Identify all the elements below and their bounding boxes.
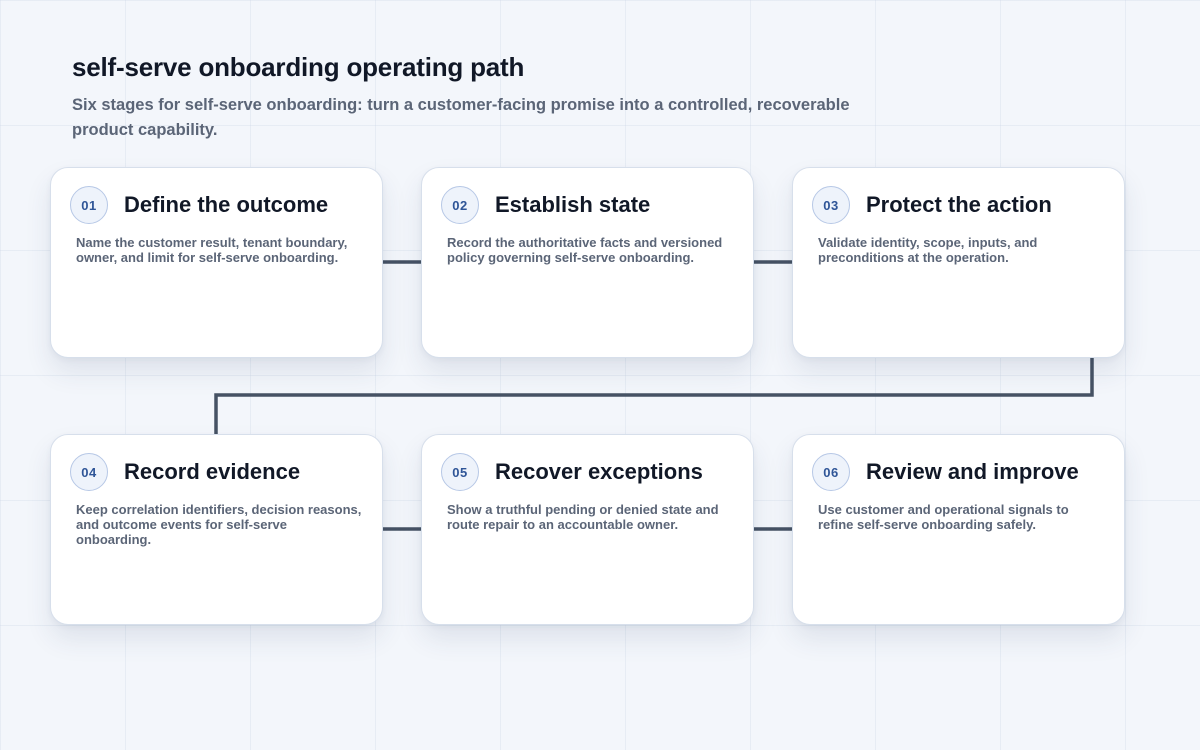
- page: { "header": { "title": "self-serve onboa…: [0, 0, 1200, 750]
- connector-03-04: [214, 357, 1094, 434]
- stage-title: Protect the action: [866, 192, 1052, 217]
- stage-card-recover-exceptions: 05 Recover exceptions Show a truthful pe…: [421, 434, 754, 625]
- stage-title: Review and improve: [866, 459, 1079, 484]
- stage-title: Define the outcome: [124, 192, 329, 217]
- stage-number-badge: 04: [70, 453, 108, 491]
- stage-card-establish-state: 02 Establish state Record the authoritat…: [421, 167, 754, 358]
- stage-description: Validate identity, scope, inputs, and pr…: [818, 235, 1038, 265]
- stage-number-badge: 05: [441, 453, 479, 491]
- flow-connectors: [214, 260, 1094, 531]
- stage-title: Record evidence: [124, 459, 301, 484]
- stage-card-review-improve: 06 Review and improve Use customer and o…: [792, 434, 1125, 625]
- stage-card-protect-action: 03 Protect the action Validate identity,…: [792, 167, 1125, 358]
- stage-number-badge: 06: [812, 453, 850, 491]
- stage-title: Establish state: [495, 192, 651, 217]
- stage-description: Use customer and operational signals to …: [818, 502, 1069, 532]
- stage-card-record-evidence: 04 Record evidence Keep correlation iden…: [50, 434, 383, 625]
- stage-description: Keep correlation identifiers, decision r…: [76, 502, 362, 547]
- stage-number-badge: 01: [70, 186, 108, 224]
- stage-title: Recover exceptions: [495, 459, 703, 484]
- stage-number-badge: 02: [441, 186, 479, 224]
- stage-description: Name the customer result, tenant boundar…: [76, 235, 348, 265]
- stage-description: Record the authoritative facts and versi…: [447, 235, 723, 265]
- stage-number-badge: 03: [812, 186, 850, 224]
- stage-description: Show a truthful pending or denied state …: [447, 502, 719, 532]
- stage-card-define-outcome: 01 Define the outcome Name the customer …: [50, 167, 383, 358]
